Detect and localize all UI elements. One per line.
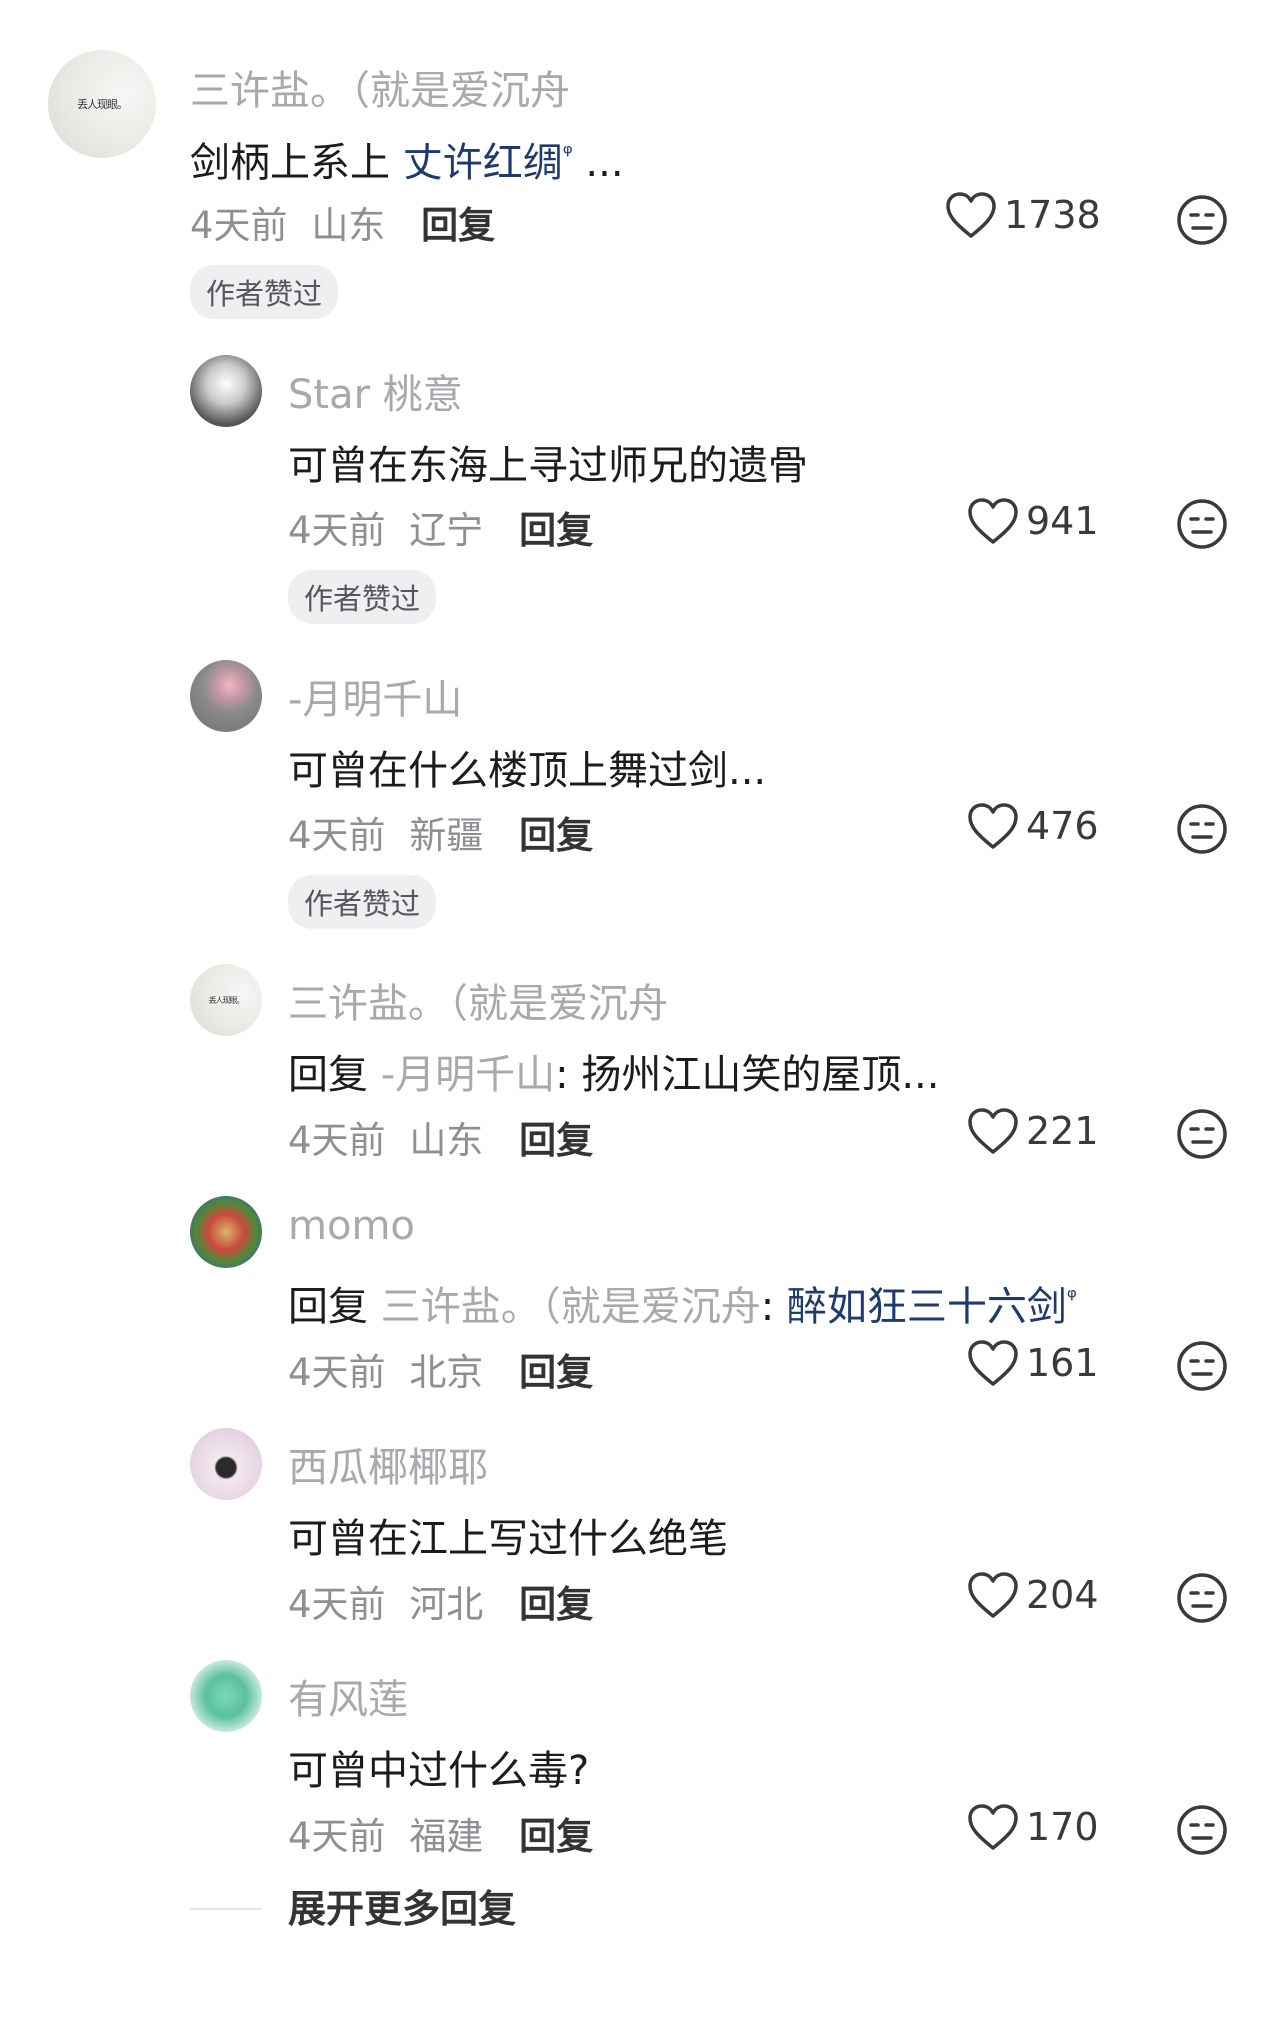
search-link[interactable]: 醉如狂三十六剑ᵠ <box>787 1284 1077 1330</box>
reply-prefix: 回复 <box>288 1284 368 1330</box>
comment-author[interactable]: -月明千山 <box>288 667 462 725</box>
like-button[interactable]: 476 <box>966 801 1099 851</box>
comment-location: 北京 <box>409 1351 484 1394</box>
like-count: 221 <box>1026 1109 1099 1153</box>
search-link-label: 丈许红绸 <box>402 140 563 186</box>
reply-button[interactable]: 回复 <box>519 814 593 857</box>
comment-text: 可曾在东海上寻过师兄的遗骨 <box>288 443 808 489</box>
comment-time: 4天前 <box>190 204 288 247</box>
reply-prefix: 回复 <box>288 1052 368 1098</box>
comment-meta: 4天前 辽宁 回复 <box>288 500 593 554</box>
author-liked-badge: 作者赞过 <box>190 265 339 319</box>
like-button[interactable]: 1738 <box>944 190 1101 240</box>
avatar[interactable] <box>190 1196 262 1268</box>
dislike-face-icon[interactable] <box>1176 1108 1228 1160</box>
avatar[interactable] <box>190 355 262 427</box>
heart-icon <box>968 1108 1018 1154</box>
heart-icon <box>968 1572 1018 1618</box>
like-count: 170 <box>1026 1805 1099 1849</box>
reply-button[interactable]: 回复 <box>519 1815 593 1858</box>
expand-more-replies-button[interactable]: 展开更多回复 <box>288 1878 516 1933</box>
comment-location: 山东 <box>311 204 386 247</box>
comment-time: 4天前 <box>288 1583 386 1626</box>
heart-icon <box>968 1340 1018 1386</box>
like-button[interactable]: 221 <box>966 1106 1099 1156</box>
comment-location: 福建 <box>409 1815 484 1858</box>
comment-text: 可曾在江上写过什么绝笔 <box>288 1516 728 1562</box>
reply-button[interactable]: 回复 <box>519 1583 593 1626</box>
author-liked-badge: 作者赞过 <box>288 875 437 929</box>
comment-location: 河北 <box>409 1583 484 1626</box>
comment-text-ellipsis: ... <box>572 140 624 186</box>
avatar[interactable] <box>190 660 262 732</box>
comment-meta: 4天前 福建 回复 <box>288 1806 593 1860</box>
avatar[interactable] <box>190 1660 262 1732</box>
comment-time: 4天前 <box>288 1815 386 1858</box>
heart-icon <box>968 1804 1018 1850</box>
reply-button[interactable]: 回复 <box>519 1351 593 1394</box>
comment-meta: 4天前 河北 回复 <box>288 1574 593 1628</box>
like-count: 204 <box>1026 1573 1099 1617</box>
comment-time: 4天前 <box>288 509 386 552</box>
dislike-face-icon[interactable] <box>1176 1340 1228 1392</box>
search-icon: ᵠ <box>562 139 573 168</box>
avatar[interactable] <box>190 1428 262 1500</box>
reply-target-user[interactable]: -月明千山 <box>381 1052 555 1098</box>
dislike-face-icon[interactable] <box>1176 498 1228 550</box>
comment-text: 回复 三许盐。（就是爱沉舟: 醉如狂三十六剑ᵠ <box>288 1274 1077 1332</box>
comment-author[interactable]: Star 桃意 <box>288 362 463 420</box>
comment-text: 可曾中过什么毒? <box>288 1748 590 1794</box>
comment-time: 4天前 <box>288 1351 386 1394</box>
like-count: 476 <box>1026 804 1099 848</box>
comment-author[interactable]: 西瓜椰椰耶 <box>288 1435 488 1493</box>
comment-text: 可曾在什么楼顶上舞过剑... <box>288 748 767 794</box>
comment-author[interactable]: 三许盐。（就是爱沉舟 <box>190 58 570 116</box>
reply-target-user[interactable]: 三许盐。（就是爱沉舟 <box>381 1284 761 1330</box>
heart-icon <box>946 192 996 238</box>
heart-icon <box>968 803 1018 849</box>
expand-divider <box>190 1908 262 1910</box>
comment-meta: 4天前 山东 回复 <box>288 1110 593 1164</box>
comment-author[interactable]: 有风莲 <box>288 1667 408 1725</box>
like-button[interactable]: 204 <box>966 1570 1099 1620</box>
like-count: 161 <box>1026 1341 1099 1385</box>
comment-text-main: : 扬州江山笑的屋顶... <box>555 1052 940 1098</box>
comment-text-main: : <box>760 1284 787 1330</box>
like-button[interactable]: 161 <box>966 1338 1099 1388</box>
heart-icon <box>968 498 1018 544</box>
comment-meta: 4天前 北京 回复 <box>288 1342 593 1396</box>
search-link[interactable]: 丈许红绸ᵠ <box>403 140 573 186</box>
dislike-face-icon[interactable] <box>1176 194 1228 246</box>
like-count: 1738 <box>1004 193 1101 237</box>
avatar[interactable]: 丢人现眼。 <box>190 964 262 1036</box>
reply-button[interactable]: 回复 <box>519 509 593 552</box>
dislike-face-icon[interactable] <box>1176 803 1228 855</box>
comment-text-main: 剑柄上系上 <box>190 140 403 186</box>
comment-location: 山东 <box>409 1119 484 1162</box>
like-button[interactable]: 941 <box>966 496 1099 546</box>
dislike-face-icon[interactable] <box>1176 1804 1228 1856</box>
like-button[interactable]: 170 <box>966 1802 1099 1852</box>
avatar-caption: 丢人现眼。 <box>77 98 128 111</box>
like-count: 941 <box>1026 499 1099 543</box>
comment-time: 4天前 <box>288 1119 386 1162</box>
comment-text: 剑柄上系上 丈许红绸ᵠ ... <box>190 130 624 188</box>
avatar[interactable]: 丢人现眼。 <box>48 50 156 158</box>
comment-text: 回复 -月明千山: 扬州江山笑的屋顶... <box>288 1042 940 1100</box>
comment-author[interactable]: 三许盐。（就是爱沉舟 <box>288 971 668 1029</box>
comment-location: 辽宁 <box>409 509 484 552</box>
comment-author[interactable]: momo <box>288 1203 415 1249</box>
comment-location: 新疆 <box>409 814 484 857</box>
comment-meta: 4天前 新疆 回复 <box>288 805 593 859</box>
comment-meta: 4天前 山东 回复 <box>190 195 495 249</box>
search-icon: ᵠ <box>1066 1283 1077 1312</box>
reply-button[interactable]: 回复 <box>519 1119 593 1162</box>
comment-time: 4天前 <box>288 814 386 857</box>
search-link-label: 醉如狂三十六剑 <box>786 1284 1067 1330</box>
avatar-caption: 丢人现眼。 <box>208 995 245 1005</box>
dislike-face-icon[interactable] <box>1176 1572 1228 1624</box>
reply-button[interactable]: 回复 <box>421 204 495 247</box>
author-liked-badge: 作者赞过 <box>288 570 437 624</box>
